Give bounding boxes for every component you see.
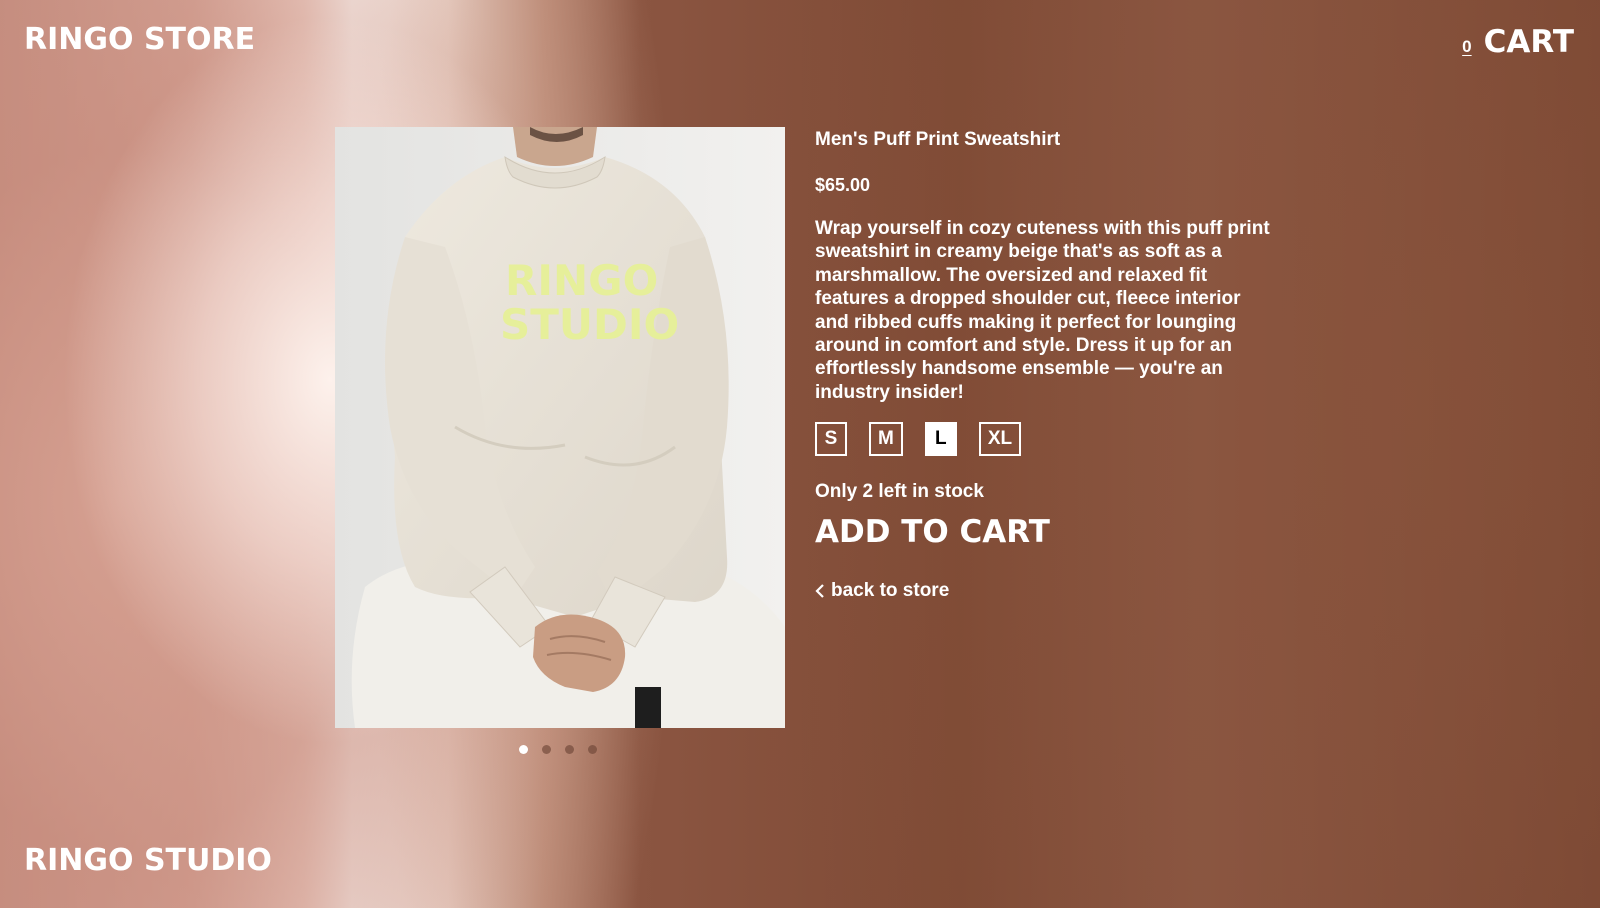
- size-option-m[interactable]: M: [869, 422, 903, 457]
- size-option-xl[interactable]: XL: [978, 422, 1022, 457]
- back-to-store-label: back to store: [831, 580, 950, 602]
- cart-button[interactable]: 0 CART: [1462, 24, 1574, 60]
- print-line-2: STUDIO: [500, 300, 679, 349]
- carousel-dots: [519, 745, 597, 754]
- product-description: Wrap yourself in cozy cuteness with this…: [815, 218, 1270, 403]
- carousel-dot-3[interactable]: [565, 745, 574, 754]
- product-info: Men's Puff Print Sweatshirt $65.00 Wrap …: [815, 127, 1275, 602]
- cart-count: 0: [1462, 37, 1472, 56]
- product-title: Men's Puff Print Sweatshirt: [815, 129, 1061, 150]
- carousel-dot-1[interactable]: [519, 745, 528, 754]
- back-to-store-link[interactable]: back to store: [815, 580, 1275, 602]
- print-line-1: RINGO: [505, 256, 658, 305]
- size-option-s[interactable]: S: [815, 422, 847, 457]
- carousel-dot-4[interactable]: [588, 745, 597, 754]
- size-option-l[interactable]: L: [924, 422, 957, 457]
- footer-logo[interactable]: RINGO STUDIO: [24, 846, 272, 876]
- store-logo[interactable]: RINGO STORE: [24, 22, 255, 57]
- chevron-left-icon: [815, 584, 824, 599]
- product-price: $65.00: [815, 175, 871, 195]
- add-to-cart-button[interactable]: ADD TO CART: [815, 512, 1050, 552]
- cart-label: CART: [1483, 24, 1574, 60]
- carousel-dot-2[interactable]: [542, 745, 551, 754]
- sweatshirt-photo: RINGO STUDIO: [335, 127, 785, 728]
- product-image[interactable]: RINGO STUDIO: [335, 127, 785, 728]
- stock-status: Only 2 left in stock: [815, 481, 984, 503]
- size-selector: S M L XL: [815, 422, 1275, 457]
